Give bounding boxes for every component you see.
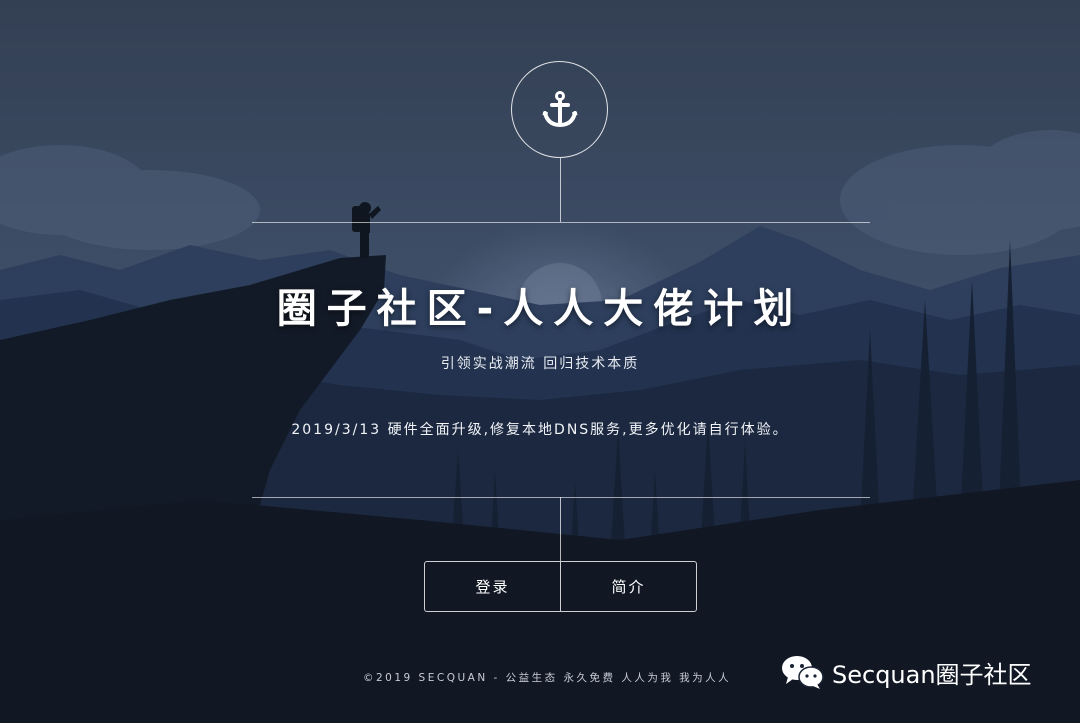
wechat-watermark: Secquan圈子社区 [780,650,1032,694]
action-buttons: 登录 简介 [424,561,697,612]
anchor-icon [541,90,578,127]
divider-bottom [252,497,870,498]
watermark-text: Secquan圈子社区 [832,660,1032,689]
intro-button[interactable]: 简介 [560,562,696,611]
connector-line-bottom [560,497,561,561]
wechat-icon [782,656,824,689]
divider-top [252,222,870,223]
footer-copyright: ©2019 SECQUAN - 公益生态 永久免费 人人为我 我为人人 [363,672,732,684]
connector-line-top [560,158,561,222]
hero-overlay: 圈子社区-人人大佬计划 引领实战潮流 回归技术本质 2019/3/13 硬件全面… [0,0,1080,723]
update-notice: 2019/3/13 硬件全面升级,修复本地DNS服务,更多优化请自行体验。 [291,422,789,438]
page-title: 圈子社区-人人大佬计划 [276,286,804,332]
page-subtitle: 引领实战潮流 回归技术本质 [440,356,640,372]
logo[interactable] [511,61,608,158]
login-button[interactable]: 登录 [425,562,560,611]
